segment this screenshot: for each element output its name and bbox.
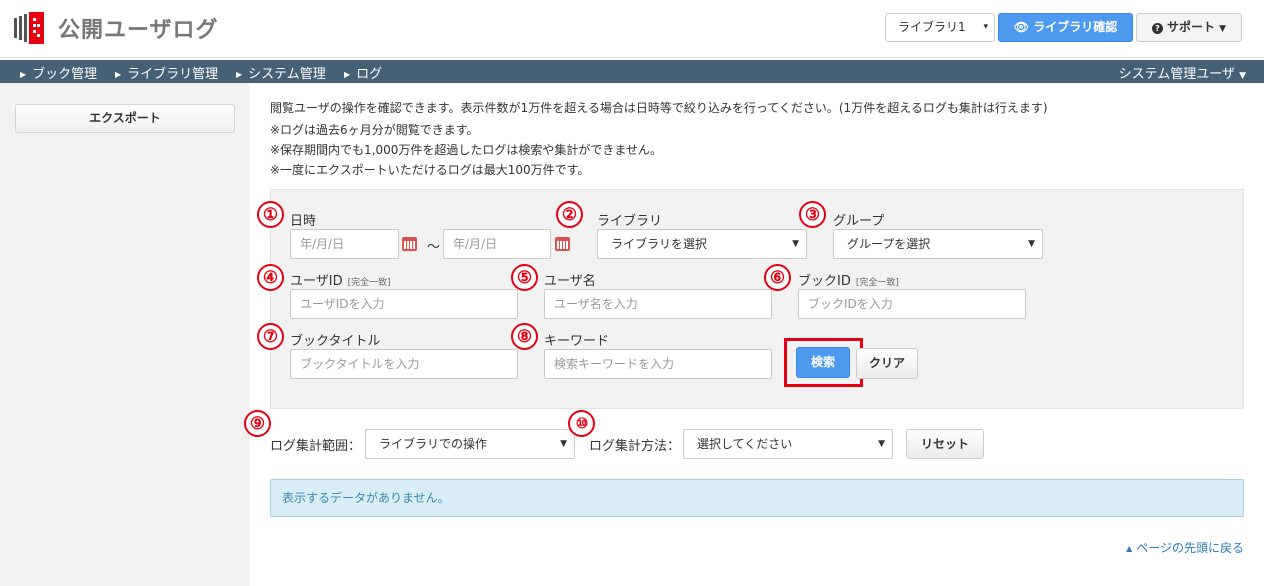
intro-line: ※ログは過去6ヶ月分が閲覧できます。 xyxy=(270,123,479,137)
book-id-label-text: ブックID xyxy=(798,274,851,289)
annotation-marker: ⑨ xyxy=(244,410,271,437)
aggregate-method-label: ログ集計方法： xyxy=(589,439,681,454)
eye-icon: 👁 xyxy=(1013,20,1030,34)
nav-item-book[interactable]: ▶ ブック管理 xyxy=(20,63,97,82)
annotation-marker: ⑩ xyxy=(568,410,595,437)
annotation-marker: ④ xyxy=(257,264,284,291)
user-name-label: ユーザ名 xyxy=(544,274,596,289)
app-header: 公開ユーザログ ライブラリ1 ▾ 👁 ライブラリ確認 ? サポート ▼ xyxy=(0,0,1264,58)
caret-down-icon: ▼ xyxy=(1239,71,1246,81)
triangle-right-icon: ▶ xyxy=(20,70,27,79)
book-title-input[interactable]: ブックタイトルを入力 xyxy=(290,349,518,379)
keyword-label: キーワード xyxy=(544,334,610,349)
user-id-label: ユーザID [完全一致] xyxy=(290,270,391,289)
triangle-right-icon: ▶ xyxy=(115,70,122,79)
support-label: サポート xyxy=(1166,20,1215,34)
aggregate-method-select[interactable]: 選択してください ▼ xyxy=(683,429,893,459)
date-range-separator: ～ xyxy=(427,240,441,255)
book-id-input[interactable]: ブックIDを入力 xyxy=(798,289,1026,319)
intro-line: ※一度にエクスポートいただけるログは最大100万件です。 xyxy=(270,163,590,177)
annotation-marker: ⑦ xyxy=(257,323,284,350)
triangle-up-icon: ▲ xyxy=(1126,544,1133,553)
nav-item-label: システム管理 xyxy=(248,67,326,82)
nav-item-library[interactable]: ▶ ライブラリ管理 xyxy=(115,63,218,82)
keyword-input[interactable]: 検索キーワードを入力 xyxy=(544,349,772,379)
calendar-icon[interactable] xyxy=(402,237,417,251)
question-icon: ? xyxy=(1151,23,1163,34)
export-button[interactable]: エクスポート xyxy=(15,104,235,133)
back-to-top-link[interactable]: ▲ ページの先頭に戻る xyxy=(1126,539,1244,556)
nav-item-label: ブック管理 xyxy=(32,67,98,82)
chevron-down-icon: ▼ xyxy=(878,439,885,449)
user-menu-label: システム管理ユーザ xyxy=(1118,67,1235,82)
user-id-label-text: ユーザID xyxy=(290,274,343,289)
triangle-right-icon: ▶ xyxy=(344,70,351,79)
library-filter-value: ライブラリを選択 xyxy=(611,237,708,251)
book-id-label: ブックID [完全一致] xyxy=(798,270,899,289)
annotation-marker: ② xyxy=(556,201,583,228)
chevron-down-icon: ▾ xyxy=(983,22,988,32)
reset-button[interactable]: リセット xyxy=(906,429,984,459)
chevron-down-icon: ▼ xyxy=(560,439,567,449)
user-id-input[interactable]: ユーザIDを入力 xyxy=(290,289,518,319)
main-navbar: ▶ ブック管理 ▶ ライブラリ管理 ▶ システム管理 ▶ ログ システム管理ユーザ ▼ xyxy=(0,60,1264,83)
clear-button[interactable]: クリア xyxy=(856,348,918,379)
nav-item-system[interactable]: ▶ システム管理 xyxy=(236,63,326,82)
intro-line: 閲覧ユーザの操作を確認できます。表示件数が1万件を超える場合は日時等で絞り込みを… xyxy=(270,101,1048,115)
aggregate-range-value: ライブラリでの操作 xyxy=(379,437,488,451)
annotation-marker: ① xyxy=(257,201,284,228)
back-to-top-label: ページの先頭に戻る xyxy=(1136,541,1244,555)
exact-match-note: [完全一致] xyxy=(347,278,391,288)
nav-item-label: ログ xyxy=(356,67,383,82)
library-confirm-button[interactable]: 👁 ライブラリ確認 xyxy=(998,13,1133,42)
annotation-marker: ③ xyxy=(799,201,826,228)
library-select[interactable]: ライブラリ1 ▾ xyxy=(885,13,995,42)
book-title-label: ブックタイトル xyxy=(290,334,381,349)
no-data-alert: 表示するデータがありません。 xyxy=(270,479,1244,517)
aggregate-range-label: ログ集計範囲： xyxy=(270,439,362,454)
nav-item-log[interactable]: ▶ ログ xyxy=(344,63,382,82)
group-select-value: グループを選択 xyxy=(847,237,931,251)
aggregate-method-value: 選択してください xyxy=(697,437,793,451)
library-select-value: ライブラリ1 xyxy=(898,20,966,34)
date-to-input[interactable]: 年/月/日 xyxy=(443,229,551,259)
chevron-down-icon: ▼ xyxy=(792,239,799,249)
user-name-input[interactable]: ユーザ名を入力 xyxy=(544,289,772,319)
user-menu[interactable]: システム管理ユーザ ▼ xyxy=(1119,63,1246,82)
annotation-marker: ⑥ xyxy=(764,264,791,291)
chevron-down-icon: ▼ xyxy=(1028,239,1035,249)
sidebar: エクスポート xyxy=(0,83,250,586)
page-title: 公開ユーザログ xyxy=(58,18,219,43)
exact-match-note: [完全一致] xyxy=(855,278,899,288)
date-from-input[interactable]: 年/月/日 xyxy=(290,229,399,259)
caret-down-icon: ▼ xyxy=(1219,24,1227,34)
search-button[interactable]: 検索 xyxy=(796,347,850,378)
datetime-label: 日時 xyxy=(290,214,317,229)
nav-item-label: ライブラリ管理 xyxy=(127,67,219,82)
support-button[interactable]: ? サポート ▼ xyxy=(1136,13,1242,42)
app-logo-icon xyxy=(14,12,44,44)
library-confirm-label: ライブラリ確認 xyxy=(1033,20,1118,34)
calendar-icon[interactable] xyxy=(555,237,570,251)
annotation-marker: ⑧ xyxy=(511,323,538,350)
triangle-right-icon: ▶ xyxy=(236,70,243,79)
aggregate-range-select[interactable]: ライブラリでの操作 ▼ xyxy=(365,429,575,459)
intro-line: ※保存期間内でも1,000万件を超過したログは検索や集計ができません。 xyxy=(270,143,663,157)
annotation-marker: ⑤ xyxy=(511,264,538,291)
library-label: ライブラリ xyxy=(597,214,663,229)
group-select[interactable]: グループを選択 ▼ xyxy=(833,229,1043,259)
group-label: グループ xyxy=(833,214,885,229)
library-filter-select[interactable]: ライブラリを選択 ▼ xyxy=(597,229,807,259)
